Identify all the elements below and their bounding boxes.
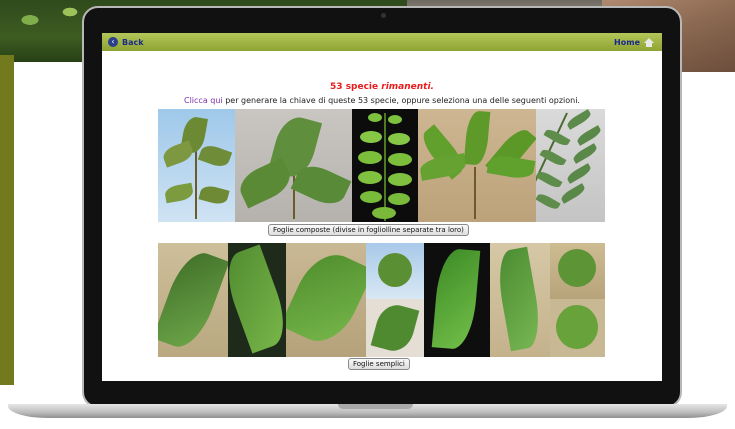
laptop-camera <box>381 13 386 18</box>
top-navigation-bar: ‹ Back Home <box>102 33 662 51</box>
home-icon <box>644 37 654 47</box>
simple-leaf-image-1[interactable] <box>158 243 228 357</box>
simple-leaf-image-3[interactable] <box>286 243 366 357</box>
remaining-word: rimanenti. <box>381 82 434 92</box>
laptop-notch <box>338 404 413 409</box>
simple-leaf-image-5[interactable] <box>424 243 490 357</box>
compound-leaves-gallery[interactable] <box>158 109 605 222</box>
compound-leaves-button[interactable]: Foglie composte (divise in fogliolline s… <box>268 224 469 236</box>
back-arrow-icon: ‹ <box>108 37 118 47</box>
instructions-rest: per generare la chiave di queste 53 spec… <box>222 96 580 105</box>
remaining-species-count: 53 specie rimanenti. <box>102 82 662 92</box>
instructions-text: Clicca qui per generare la chiave di que… <box>102 96 662 105</box>
compound-leaf-image-2[interactable] <box>235 109 352 222</box>
simple-leaves-gallery[interactable] <box>158 243 605 357</box>
home-label: Home <box>614 37 640 47</box>
compound-leaf-image-4[interactable] <box>418 109 536 222</box>
simple-leaf-image-2[interactable] <box>228 243 286 357</box>
simple-leaf-image-7[interactable] <box>550 243 605 357</box>
generate-key-link[interactable]: Clicca qui <box>184 96 223 105</box>
simple-leaves-button[interactable]: Foglie semplici <box>348 358 410 370</box>
background-olive-panel <box>0 55 14 385</box>
laptop-base <box>8 404 727 418</box>
back-label: Back <box>122 37 144 47</box>
compound-leaf-image-5[interactable] <box>536 109 605 222</box>
home-button[interactable]: Home <box>614 36 654 48</box>
simple-leaf-image-6[interactable] <box>490 243 550 357</box>
simple-leaf-image-4[interactable] <box>366 243 424 357</box>
back-button[interactable]: ‹ Back <box>108 36 144 48</box>
species-count-number: 53 <box>330 82 343 92</box>
species-word: specie <box>345 82 379 92</box>
compound-leaf-image-1[interactable] <box>158 109 235 222</box>
app-screen: ‹ Back Home 53 specie rimanenti. Clicca … <box>102 33 662 381</box>
compound-leaf-image-3[interactable] <box>352 109 418 222</box>
